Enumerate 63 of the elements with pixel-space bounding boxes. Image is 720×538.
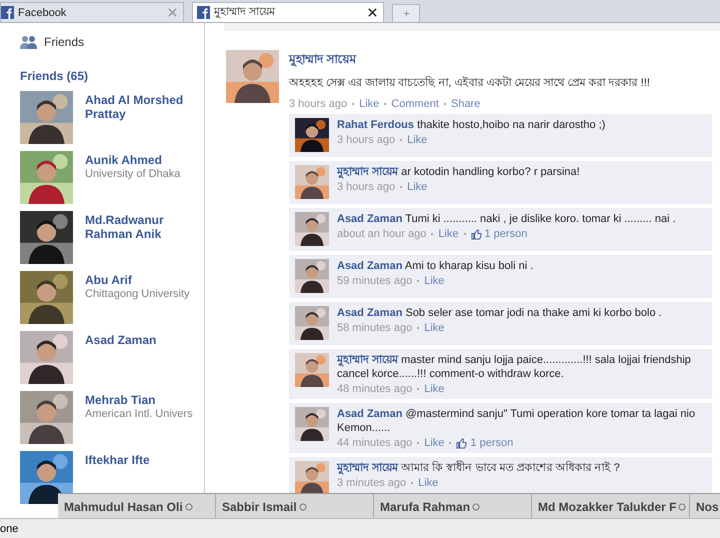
friend-subtitle: Chittagong University [85, 287, 191, 301]
like-link[interactable]: Like [438, 228, 458, 240]
friend-name-link[interactable]: Aunik Ahmed [85, 153, 195, 167]
friend-subtitle: American Intl. Univers [85, 407, 194, 421]
browser-tab[interactable]: মুহাম্মাদ সায়েম [192, 2, 384, 22]
like-link[interactable]: Like [418, 477, 438, 489]
comment-text: Asad Zaman @mastermind sanju" Tumi operation kore tomar ta lagai nio Kemon...... [337, 407, 696, 435]
browser-tab[interactable]: Facebook [0, 2, 184, 22]
author-link[interactable]: মুহাম্মাদ সায়েম [289, 52, 356, 66]
comment-text: মুহাম্মাদ সায়েম master mind sanju lojja paice.............!!! sala lojjai friendship cancel korce......!!! comment-o withdraw korce. [337, 353, 692, 381]
like-link[interactable]: Like [424, 275, 444, 287]
author-link[interactable]: মুহাম্মাদ সায়েম [337, 166, 398, 178]
comment-time: 44 minutes ago [337, 437, 412, 449]
author-link[interactable]: Rahat Ferdous [337, 119, 414, 131]
sidebar-item[interactable]: Friends [20, 31, 204, 53]
close-icon[interactable] [368, 8, 377, 17]
friend-name-link[interactable]: Asad Zaman [85, 333, 195, 347]
comment-time: about an hour ago [337, 228, 426, 240]
new-tab-button[interactable] [392, 4, 420, 22]
action-link[interactable]: Comment [391, 98, 439, 110]
plus-icon [402, 9, 410, 18]
comment-text: Rahat Ferdous thakite hosto,hoibo na narir darostho ;) [337, 118, 606, 132]
action-link[interactable]: Share [450, 98, 480, 110]
author-link[interactable]: Asad Zaman [337, 213, 402, 225]
facebook-logo-icon [1, 6, 14, 19]
like-link[interactable]: Like [424, 322, 444, 334]
friend-name-link[interactable]: Abu Arif [85, 273, 195, 287]
likes-link[interactable]: 1 person [470, 437, 514, 449]
comment-time: 3 hours ago [337, 181, 396, 193]
action-link[interactable]: Like [359, 98, 380, 110]
comment-text: Asad Zaman Tumi ki ........... naki , je dislike koro. tomar ki ......... nai . [337, 212, 676, 226]
people-icon [20, 35, 38, 49]
post-text: অহহহহ সেক্স এর জালায় বাচতেছি না, এইবার একটা মেয়ের সাথে প্রেম করা দরকার !!! [289, 74, 651, 91]
friend-name-link[interactable]: Ahad Al Morshed Prattay [85, 93, 195, 121]
like-link[interactable]: Like [424, 437, 444, 449]
friend-subtitle: University of Dhaka [85, 167, 182, 181]
facebook-logo-icon [197, 6, 210, 19]
thumbs-up-icon [470, 228, 482, 240]
comment-text: মুহাম্মাদ সায়েম আমার কি স্বাধীন ভাবে মত প্রকাশের অধিকার নাই ? [337, 461, 620, 475]
friend-name-link[interactable]: Iftekhar Ifte [85, 453, 195, 467]
like-link[interactable]: Like [407, 181, 428, 193]
likes-link[interactable]: 1 person [484, 228, 528, 240]
friend-name-link[interactable]: Mehrab Tian [85, 393, 195, 407]
author-link[interactable]: Asad Zaman [337, 408, 402, 420]
author-link[interactable]: মুহাম্মাদ সায়েম [337, 354, 398, 366]
comment-time: 48 minutes ago [337, 383, 412, 395]
like-link[interactable]: Like [407, 134, 428, 146]
author-link[interactable]: Asad Zaman [337, 307, 402, 319]
comment-time: 59 minutes ago [337, 275, 412, 287]
friend-name-link[interactable]: Md.Radwanur Rahman Anik [85, 213, 195, 241]
author-link[interactable]: Asad Zaman [337, 260, 402, 272]
author-link[interactable]: মুহাম্মাদ সায়েম [337, 462, 398, 474]
status-text: one [0, 523, 18, 535]
post-time: 3 hours ago [289, 98, 348, 110]
comment-time: 3 hours ago [337, 134, 396, 146]
thumbs-up-icon [456, 438, 468, 448]
comment-text: মুহাম্মাদ সায়েম ar kotodin handling korbo? r parsina! [337, 165, 580, 179]
section-heading: Friends (65) [20, 69, 90, 83]
like-link[interactable]: Like [424, 383, 444, 395]
comment-text: Asad Zaman Sob seler ase tomar jodi na thake ami ki korbo bolo . [337, 306, 662, 320]
comment-time: 3 minutes ago [337, 477, 406, 489]
comment-text: Asad Zaman Ami to kharap kisu boli ni . [337, 259, 534, 273]
comment-time: 58 minutes ago [337, 322, 412, 334]
